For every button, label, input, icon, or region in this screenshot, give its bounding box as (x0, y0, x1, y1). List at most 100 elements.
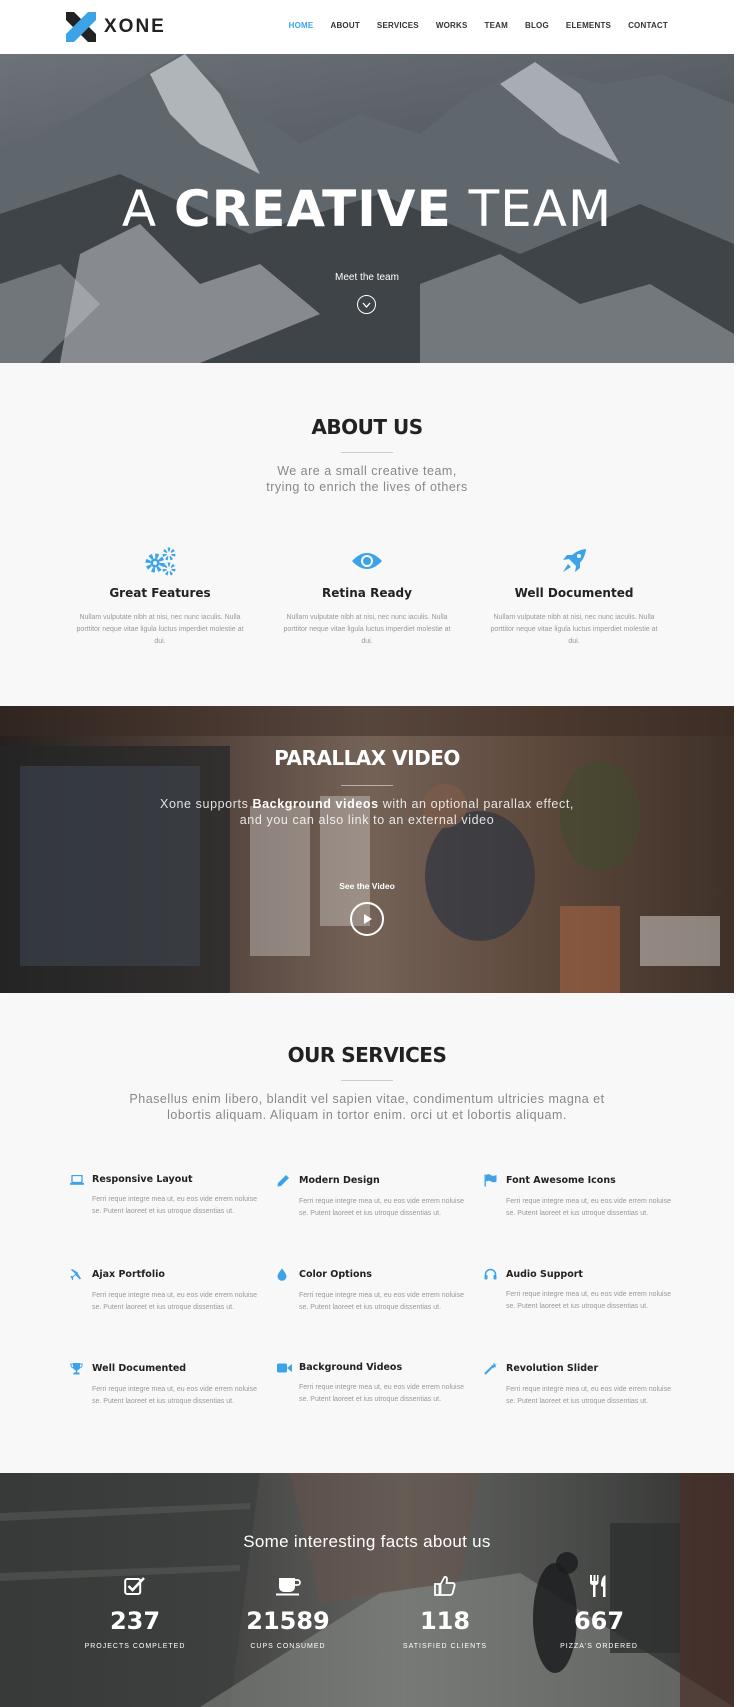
hero-subtitle[interactable]: Meet the team (0, 272, 734, 283)
service-title: Audio Support (506, 1268, 583, 1280)
check-square-icon (70, 1573, 200, 1599)
services-lead: Phasellus enim libero, blandit vel sapie… (0, 1091, 734, 1123)
cutlery-icon (534, 1573, 664, 1599)
hero-section: A CREATIVE TEAM Meet the team (0, 54, 734, 363)
service-item: Revolution Slider Ferri reque integre me… (484, 1362, 684, 1408)
feature-card: Retina Ready Nullam vulputate nibh at ni… (272, 546, 462, 648)
nav-about[interactable]: ABOUT (330, 21, 359, 30)
hero-title: A CREATIVE TEAM (0, 180, 734, 238)
services-divider (341, 1080, 393, 1081)
services-lead-line-1: Phasellus enim libero, blandit vel sapie… (129, 1092, 605, 1106)
chevron-down-icon[interactable] (357, 295, 376, 314)
fact-number: 21589 (246, 1607, 330, 1635)
service-item: Font Awesome Icons Ferri reque integre m… (484, 1174, 684, 1220)
feature-card: Well Documented Nullam vulputate nibh at… (479, 546, 669, 648)
feature-text: Nullam vulputate nibh at nisi, nec nunc … (490, 614, 658, 645)
service-text: Ferri reque integre mea ut, eu eos vide … (92, 1196, 257, 1215)
service-title: Color Options (299, 1269, 372, 1280)
fact-label: CUPS CONSUMED (250, 1643, 326, 1650)
rocket-icon (479, 546, 669, 576)
service-item: Well Documented Ferri reque integre mea … (70, 1362, 270, 1408)
fact-label: PROJECTS COMPLETED (84, 1643, 186, 1650)
nav-elements[interactable]: ELEMENTS (566, 21, 611, 30)
video-camera-icon (277, 1363, 299, 1373)
nav-blog[interactable]: BLOG (525, 21, 549, 30)
feature-title: Retina Ready (322, 586, 412, 600)
service-item: Responsive Layout Ferri reque integre me… (70, 1174, 270, 1218)
fact-number: 667 (573, 1607, 625, 1635)
flag-icon (484, 1174, 506, 1187)
about-title: ABOUT US (311, 415, 423, 439)
laptop-icon (70, 1174, 92, 1185)
service-title: Revolution Slider (506, 1363, 599, 1374)
feature-text: Nullam vulputate nibh at nisi, nec nunc … (283, 614, 451, 645)
fact-number: 237 (109, 1607, 161, 1635)
play-icon[interactable] (350, 902, 384, 936)
hero-title-c: TEAM (468, 180, 613, 238)
service-text: Ferri reque integre mea ut, eu eos vide … (506, 1198, 671, 1217)
about-lead-line-1: We are a small creative team, (277, 464, 457, 478)
magic-wand-icon (484, 1362, 506, 1375)
service-title: Ajax Portfolio (92, 1269, 165, 1280)
service-text: Ferri reque integre mea ut, eu eos vide … (92, 1292, 257, 1311)
service-item: Ajax Portfolio Ferri reque integre mea u… (70, 1268, 270, 1314)
parallax-title: PARALLAX VIDEO (274, 746, 460, 770)
feature-card: Great Features Nullam vulputate nibh at … (65, 546, 255, 648)
service-title: Font Awesome Icons (506, 1175, 616, 1186)
plane-icon (70, 1268, 92, 1281)
parallax-lead-line-2: and you can also link to an external vid… (239, 813, 495, 827)
about-lead: We are a small creative team, trying to … (0, 463, 734, 495)
trophy-icon (70, 1362, 92, 1375)
main-nav: HOME ABOUT SERVICES WORKS TEAM BLOG ELEM… (289, 21, 668, 30)
logo[interactable]: XONE (66, 12, 166, 42)
feature-title: Great Features (109, 586, 211, 600)
thumbs-up-icon (380, 1573, 510, 1599)
gears-icon (65, 546, 255, 576)
site-header: XONE HOME ABOUT SERVICES WORKS TEAM BLOG… (0, 0, 736, 54)
service-title: Modern Design (299, 1175, 380, 1186)
nav-home[interactable]: HOME (289, 21, 314, 30)
fact-item: 237 PROJECTS COMPLETED (70, 1573, 200, 1650)
drop-icon (277, 1268, 299, 1281)
service-text: Ferri reque integre mea ut, eu eos vide … (299, 1292, 464, 1311)
about-divider (341, 452, 393, 453)
service-text: Ferri reque integre mea ut, eu eos vide … (92, 1386, 257, 1405)
service-item: Audio Support Ferri reque integre mea ut… (484, 1268, 684, 1313)
fact-label: PIZZA'S ORDERED (560, 1643, 638, 1650)
nav-services[interactable]: SERVICES (377, 21, 419, 30)
service-text: Ferri reque integre mea ut, eu eos vide … (299, 1198, 464, 1217)
page: XONE HOME ABOUT SERVICES WORKS TEAM BLOG… (0, 0, 736, 1707)
logo-text: XONE (104, 16, 166, 37)
service-title: Background Videos (299, 1362, 403, 1373)
see-video-label[interactable]: See the Video (0, 881, 734, 891)
fact-item: 118 SATISFIED CLIENTS (380, 1573, 510, 1650)
service-text: Ferri reque integre mea ut, eu eos vide … (506, 1291, 671, 1310)
facts-title: Some interesting facts about us (243, 1532, 491, 1551)
nav-contact[interactable]: CONTACT (628, 21, 668, 30)
fact-number: 118 (419, 1607, 471, 1635)
pencil-icon (277, 1174, 299, 1187)
service-item: Modern Design Ferri reque integre mea ut… (277, 1174, 477, 1220)
fact-item: 21589 CUPS CONSUMED (223, 1573, 353, 1650)
headphones-icon (484, 1268, 506, 1280)
fact-label: SATISFIED CLIENTS (402, 1643, 488, 1650)
nav-works[interactable]: WORKS (436, 21, 468, 30)
parallax-lead-post: with an optional parallax effect, (378, 797, 574, 811)
eye-icon (272, 546, 462, 576)
parallax-lead-pre: Xone supports (160, 797, 253, 811)
nav-team[interactable]: TEAM (485, 21, 508, 30)
service-text: Ferri reque integre mea ut, eu eos vide … (299, 1384, 464, 1403)
fact-item: 667 PIZZA'S ORDERED (534, 1573, 664, 1650)
service-text: Ferri reque integre mea ut, eu eos vide … (506, 1386, 671, 1405)
coffee-cup-icon (223, 1573, 353, 1599)
hero-title-b: CREATIVE (174, 180, 452, 238)
logo-x-icon (66, 12, 96, 42)
services-title: OUR SERVICES (287, 1043, 447, 1067)
service-title: Well Documented (92, 1363, 187, 1374)
facts-section: Some interesting facts about us 237 PROJ… (0, 1473, 734, 1707)
parallax-lead: Xone supports Background videos with an … (0, 796, 734, 828)
hero-title-a: A (121, 180, 158, 238)
parallax-lead-bold: Background videos (252, 797, 379, 811)
service-title: Responsive Layout (92, 1174, 193, 1185)
service-item: Color Options Ferri reque integre mea ut… (277, 1268, 477, 1314)
